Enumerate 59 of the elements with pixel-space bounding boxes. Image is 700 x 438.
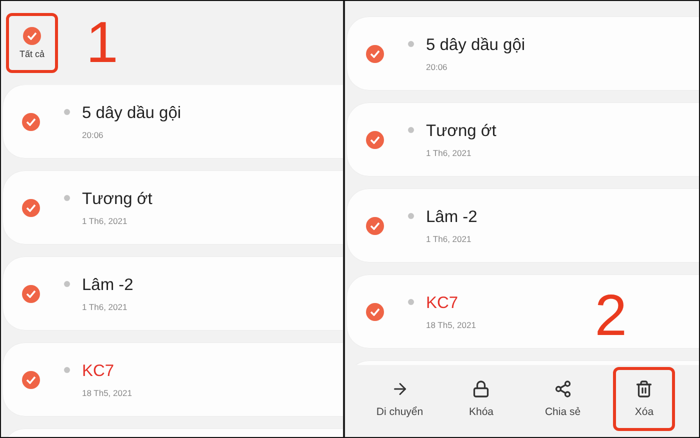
select-all-checkbox[interactable]: Tất cả: [6, 13, 58, 73]
checkmark-icon: [370, 222, 380, 230]
note-dot-icon: [64, 281, 70, 287]
share-icon: [554, 380, 572, 398]
note-card[interactable]: Lâm -2 1 Th6, 2021: [347, 189, 699, 262]
note-checkbox[interactable]: [22, 370, 40, 388]
note-dot-icon: [64, 195, 70, 201]
note-date: 1 Th6, 2021: [426, 234, 472, 244]
checkmark-icon: [370, 136, 380, 144]
note-card[interactable]: Tương ớt 1 Th6, 2021: [3, 171, 343, 244]
note-dot-icon: [408, 127, 414, 133]
step-number: 1: [86, 14, 118, 72]
checkmark-icon: [26, 376, 36, 384]
trash-icon: [635, 380, 654, 398]
note-dot-icon: [408, 213, 414, 219]
note-title: Lâm -2: [82, 276, 134, 294]
note-checkbox[interactable]: [22, 112, 40, 130]
note-card[interactable]: Lâm -2 1 Th6, 2021: [3, 257, 343, 330]
checkmark-icon: [370, 50, 380, 58]
note-date: 1 Th6, 2021: [82, 216, 128, 226]
note-checkbox[interactable]: [22, 284, 40, 302]
checkmark-icon: [26, 118, 36, 126]
note-checkbox[interactable]: [366, 216, 384, 234]
note-dot-icon: [408, 299, 414, 305]
note-date: 1 Th6, 2021: [426, 148, 472, 158]
note-date: 1 Th6, 2021: [82, 302, 128, 312]
move-button[interactable]: Di chuyển: [368, 367, 431, 431]
note-checkbox[interactable]: [366, 130, 384, 148]
checkmark-icon: [26, 204, 36, 212]
note-title: Tương ớt: [426, 122, 496, 140]
note-title: KC7: [82, 362, 116, 380]
note-dot-icon: [64, 109, 70, 115]
note-title: 5 dây dầu gội: [426, 36, 526, 54]
note-date: 20:06: [82, 130, 104, 140]
note-dot-icon: [64, 367, 70, 373]
checkmark-icon: [26, 290, 36, 298]
note-date: 20:06: [426, 62, 448, 72]
note-card[interactable]: 5 dây dầu gội 20:06: [3, 85, 343, 158]
lock-button[interactable]: Khóa: [450, 367, 512, 431]
note-title: KC7: [426, 294, 460, 312]
checkmark-icon: [370, 308, 380, 316]
delete-button[interactable]: Xóa: [613, 367, 676, 431]
checkmark-icon: [27, 32, 37, 40]
note-card[interactable]: 5 dây dầu gội 20:06: [347, 17, 699, 90]
note-checkbox[interactable]: [366, 44, 384, 62]
note-title: 5 dây dầu gội: [82, 104, 182, 122]
note-date: 18 Th5, 2021: [426, 320, 476, 330]
note-checkbox[interactable]: [366, 302, 384, 320]
step-number: 2: [594, 287, 627, 345]
share-button[interactable]: Chia sẻ: [532, 367, 594, 431]
highlight-frame: [6, 13, 58, 73]
note-card[interactable]: KC7 18 Th5, 2021: [3, 343, 343, 416]
note-checkbox[interactable]: [22, 198, 40, 216]
note-title: Tương ớt: [82, 190, 152, 208]
note-card[interactable]: Tương ớt 1 Th6, 2021: [347, 103, 699, 176]
lock-icon: [472, 380, 490, 398]
note-title: Lâm -2: [426, 208, 478, 226]
note-dot-icon: [408, 41, 414, 47]
note-date: 18 Th5, 2021: [82, 388, 132, 398]
